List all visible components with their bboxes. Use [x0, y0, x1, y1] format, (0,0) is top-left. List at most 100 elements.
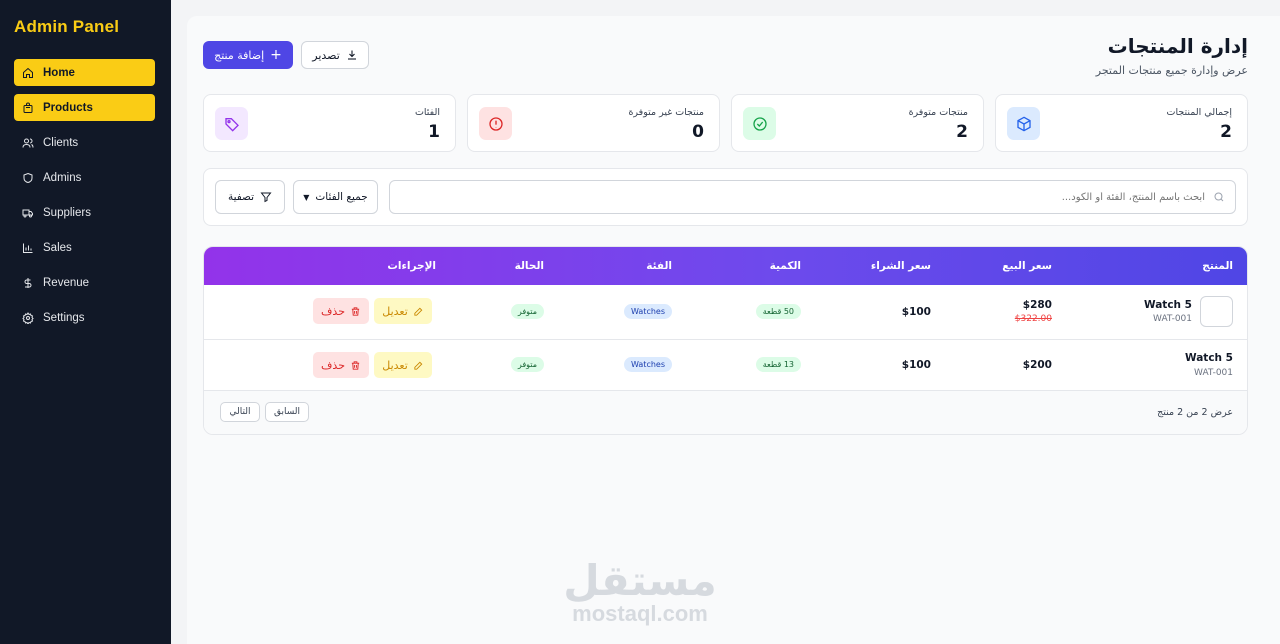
sidebar-item-label: Admins [43, 171, 82, 184]
header-status: الحالة [514, 260, 544, 272]
page-subtitle: عرض وإدارة جميع منتجات المتجر [1095, 64, 1248, 77]
truck-icon [22, 209, 33, 217]
home-icon [23, 67, 33, 78]
buy-price: $100 [901, 306, 931, 318]
chevron-down-icon: ▼ [303, 192, 310, 202]
product-sku: WAT-001 [1194, 368, 1233, 378]
stat-card-categories: الفئات 1 [203, 94, 456, 152]
shield-icon [23, 172, 33, 183]
main-content: إدارة المنتجات عرض وإدارة جميع منتجات ال… [187, 16, 1280, 644]
sidebar-item-clients[interactable]: Clients [14, 129, 155, 156]
search-box [389, 180, 1236, 214]
table-footer: عرض 2 من 2 منتج السابق التالي [204, 391, 1247, 434]
sidebar-item-suppliers[interactable]: Suppliers [14, 199, 155, 226]
buy-price: $100 [901, 359, 931, 371]
sell-price: $200 [1022, 359, 1052, 371]
next-page-button[interactable]: التالي [220, 402, 260, 422]
sidebar-item-label: Products [43, 101, 93, 114]
watermark-english: mostaql.com [572, 601, 708, 626]
prev-page-button[interactable]: السابق [265, 402, 309, 422]
category-badge: Watches [624, 304, 672, 319]
edit-label: تعديل [382, 358, 408, 372]
status-badge: متوفر [510, 304, 544, 319]
search-input[interactable] [505, 191, 1205, 203]
edit-button[interactable]: تعديل [374, 298, 432, 324]
product-name: Watch 5 [1185, 352, 1233, 364]
sidebar-item-sales[interactable]: Sales [14, 234, 155, 261]
sidebar-item-home[interactable]: Home [14, 59, 155, 86]
pagination-info: عرض 2 من 2 منتج [1157, 407, 1233, 418]
sidebar: Admin Panel Home Products Clients Admins… [0, 0, 171, 644]
delete-label: حذف [321, 304, 345, 318]
pencil-icon [414, 307, 423, 316]
sidebar-item-label: Settings [43, 311, 85, 324]
export-label: تصدير [312, 48, 340, 62]
filter-label: تصفية [227, 191, 255, 203]
pencil-icon [414, 361, 423, 370]
quantity-badge: 50 قطعة [755, 304, 801, 319]
category-select-value: جميع الفئات [315, 191, 368, 203]
bag-icon [23, 102, 33, 113]
cube-icon [1007, 107, 1040, 140]
add-product-button[interactable]: + إضافة منتج [203, 41, 293, 69]
sidebar-item-products[interactable]: Products [14, 94, 155, 121]
users-icon [22, 138, 34, 148]
trash-icon [351, 306, 360, 316]
edit-button[interactable]: تعديل [374, 352, 432, 378]
old-price: $322.00 [1014, 314, 1052, 324]
table-row: Watch 5 WAT-001 $280 $322.00 $100 50 قطع… [204, 285, 1247, 340]
category-select[interactable]: جميع الفئات ▼ [293, 180, 378, 214]
products-table: المنتج سعر البيع سعر الشراء الكمية الفئة… [203, 246, 1248, 435]
status-badge: متوفر [510, 357, 544, 372]
sidebar-item-label: Sales [43, 241, 72, 254]
delete-label: حذف [321, 358, 345, 372]
sell-price: $280 [1022, 299, 1052, 311]
tag-icon [215, 107, 248, 140]
delete-button[interactable]: حذف [313, 298, 369, 324]
filter-bar: جميع الفئات ▼ تصفية [203, 168, 1248, 226]
table-row: Watch 5 WAT-001 $200 $100 13 قطعة Watche… [204, 340, 1247, 391]
export-button[interactable]: تصدير [301, 41, 369, 69]
check-circle-icon [743, 107, 776, 140]
sidebar-item-settings[interactable]: Settings [14, 304, 155, 331]
header-actions: الإجراءات [387, 260, 436, 272]
filter-button[interactable]: تصفية [215, 180, 285, 214]
stat-value: 1 [428, 122, 440, 142]
header-category: الفئة [646, 260, 672, 272]
download-icon [347, 50, 356, 60]
category-badge: Watches [624, 357, 672, 372]
sidebar-item-admins[interactable]: Admins [14, 164, 155, 191]
stat-card-available: منتجات متوفرة 2 [731, 94, 984, 152]
bar-chart-icon [23, 243, 33, 253]
brand-title: Admin Panel [14, 17, 120, 36]
delete-button[interactable]: حذف [313, 352, 369, 378]
quantity-badge: 13 قطعة [755, 357, 801, 372]
header-sell-price: سعر البيع [1002, 260, 1052, 272]
stat-card-total-products: إجمالي المنتجات 2 [995, 94, 1248, 152]
stat-value: 2 [956, 122, 968, 142]
sidebar-item-revenue[interactable]: Revenue [14, 269, 155, 296]
product-thumbnail [1200, 296, 1233, 327]
product-sku: WAT-001 [1153, 314, 1192, 324]
sidebar-item-label: Clients [43, 136, 79, 149]
add-product-label: إضافة منتج [214, 48, 265, 62]
stat-value: 0 [692, 122, 704, 142]
stat-value: 2 [1220, 122, 1232, 142]
page-title: إدارة المنتجات [1107, 34, 1248, 58]
product-name: Watch 5 [1144, 299, 1192, 311]
search-icon [1214, 192, 1224, 202]
mostaql-watermark: مستقل mostaql.com [560, 560, 720, 626]
sidebar-item-label: Suppliers [43, 206, 91, 219]
trash-icon [351, 360, 360, 370]
sidebar-item-label: Revenue [43, 276, 90, 289]
watermark-arabic: مستقل [563, 556, 717, 605]
sidebar-item-label: Home [43, 66, 75, 79]
stat-label: منتجات متوفرة [908, 107, 968, 118]
gear-icon [22, 311, 34, 324]
stat-label: منتجات غير متوفرة [628, 107, 704, 118]
alert-circle-icon [479, 107, 512, 140]
plus-icon: + [270, 47, 282, 63]
header-quantity: الكمية [769, 260, 801, 272]
header-buy-price: سعر الشراء [870, 260, 931, 272]
stat-card-unavailable: منتجات غير متوفرة 0 [467, 94, 720, 152]
